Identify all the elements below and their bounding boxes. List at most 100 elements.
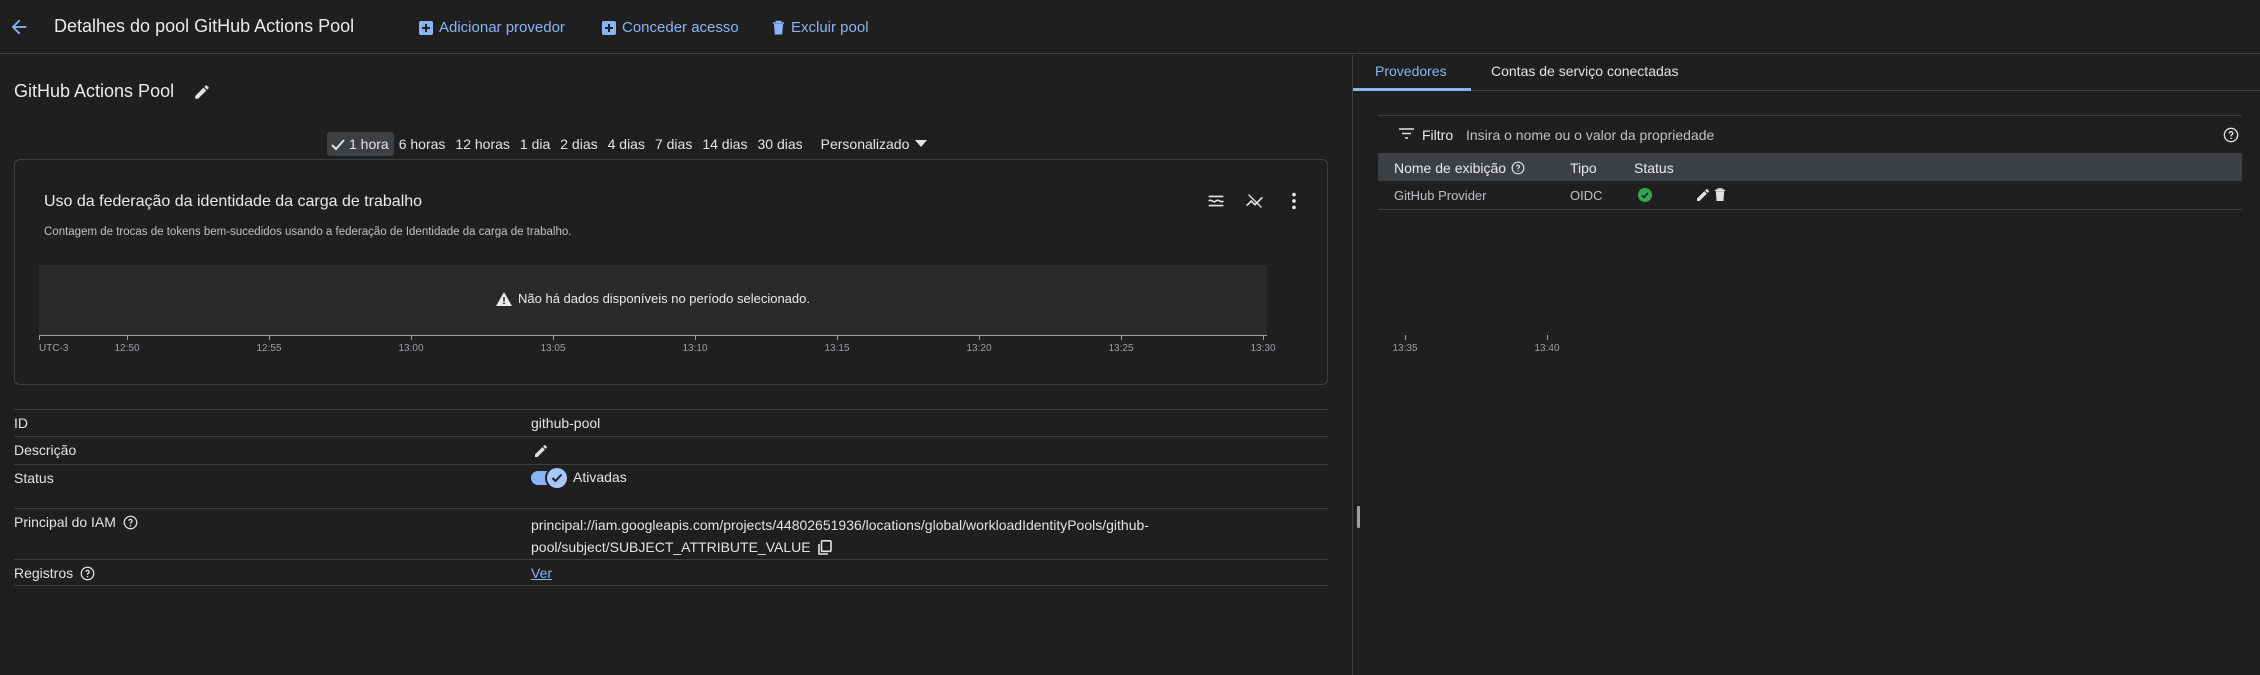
chart-analysis-icon[interactable]: [1244, 190, 1266, 212]
column-header-name[interactable]: Nome de exibição: [1394, 160, 1525, 176]
logs-label: Registros: [14, 565, 74, 581]
status-toggle[interactable]: [531, 468, 567, 488]
usage-chart-card: Uso da federação da identidade da carga …: [14, 159, 1560, 385]
table-row: GitHub Provider OIDC: [1378, 181, 2242, 210]
x-axis-tick-label: 12:50: [114, 343, 140, 354]
filter-bar: Filtro: [1378, 115, 2242, 153]
back-arrow-icon[interactable]: [8, 16, 30, 38]
x-axis-tick: [837, 335, 838, 340]
column-header-status[interactable]: Status: [1634, 160, 1674, 176]
more-vert-icon[interactable]: [1283, 190, 1305, 212]
time-option-4d[interactable]: 4 dias: [603, 132, 650, 156]
time-option-1d[interactable]: 1 dia: [515, 132, 555, 156]
pool-name: GitHub Actions Pool: [14, 81, 175, 101]
property-row-logs: Registros Ver: [14, 559, 1328, 586]
time-option-14d[interactable]: 14 dias: [697, 132, 752, 156]
x-axis-tick: [269, 335, 270, 340]
x-axis-tick: [127, 335, 128, 340]
provider-type: OIDC: [1570, 188, 1603, 203]
time-option-label: 1 hora: [349, 136, 389, 152]
property-label: Descrição: [14, 442, 77, 458]
x-axis-tick-label: 13:20: [966, 343, 992, 354]
warning-icon: [496, 292, 512, 306]
time-range-selector: 1 hora 6 horas 12 horas 1 dia 2 dias 4 d…: [327, 131, 932, 157]
chart-subtitle: Contagem de trocas de tokens bem-sucedid…: [44, 226, 572, 238]
status-value: Ativadas: [531, 468, 627, 488]
time-option-30d[interactable]: 30 dias: [752, 132, 807, 156]
chart-title: Uso da federação da identidade da carga …: [44, 193, 423, 210]
top-bar: Detalhes do pool GitHub Actions Pool Adi…: [0, 0, 2260, 54]
principal-line-1: principal://iam.googleapis.com/projects/…: [531, 517, 1149, 533]
x-axis-tick: [553, 335, 554, 340]
time-option-1h[interactable]: 1 hora: [327, 132, 394, 156]
x-axis-tick: [39, 335, 40, 340]
chart-empty-message: Não há dados disponíveis no período sele…: [518, 291, 810, 306]
dropdown-caret-icon: [915, 140, 928, 147]
x-axis-tick: [1263, 335, 1264, 340]
property-label: Registros: [14, 565, 95, 581]
grant-access-label: Conceder acesso: [622, 19, 739, 36]
x-axis-tick-label: 13:05: [540, 343, 566, 354]
tab-providers[interactable]: Provedores: [1375, 63, 1447, 79]
pool-properties: ID github-pool Descrição Status Ativadas…: [14, 409, 1328, 586]
custom-label: Personalizado: [820, 136, 910, 152]
x-axis-tick-label: 13:10: [682, 343, 708, 354]
time-option-2d[interactable]: 2 dias: [555, 132, 602, 156]
check-icon: [551, 473, 563, 483]
help-icon[interactable]: [2223, 127, 2239, 143]
add-provider-button[interactable]: Adicionar provedor: [419, 19, 565, 36]
property-label: Principal do IAM: [14, 514, 138, 530]
x-axis-tick: [695, 335, 696, 340]
time-option-7d[interactable]: 7 dias: [650, 132, 697, 156]
edit-icon[interactable]: [1695, 187, 1711, 203]
x-axis-tick: [411, 335, 412, 340]
add-provider-label: Adicionar provedor: [439, 19, 565, 36]
delete-pool-label: Excluir pool: [791, 19, 869, 36]
copy-icon[interactable]: [817, 539, 832, 555]
property-row-status: Status Ativadas: [14, 464, 1328, 508]
provider-name[interactable]: GitHub Provider: [1394, 188, 1486, 203]
tab-connected-service-accounts[interactable]: Contas de serviço conectadas: [1491, 63, 1679, 79]
edit-icon[interactable]: [193, 83, 211, 101]
pool-id-value: github-pool: [531, 415, 601, 431]
filter-icon: [1399, 128, 1414, 139]
x-axis-tick-label: 13:30: [1250, 343, 1276, 354]
help-icon[interactable]: [80, 566, 95, 581]
time-option-6h[interactable]: 6 horas: [394, 132, 451, 156]
chart-plot-area: Não há dados disponíveis no período sele…: [39, 265, 1267, 335]
view-logs-link[interactable]: Ver: [531, 565, 552, 581]
x-axis-tick-label: UTC-3: [39, 343, 69, 354]
edit-icon[interactable]: [533, 443, 549, 459]
trash-icon: [773, 20, 784, 35]
property-label: Status: [14, 470, 54, 486]
x-axis-tick-label: 13:00: [398, 343, 424, 354]
principal-line-2: pool/subject/SUBJECT_ATTRIBUTE_VALUE: [531, 539, 811, 555]
status-text: Ativadas: [573, 469, 627, 485]
x-axis-tick-label: 13:25: [1108, 343, 1134, 354]
time-option-custom[interactable]: Personalizado: [816, 132, 933, 156]
filter-input[interactable]: [1466, 123, 2166, 147]
help-icon[interactable]: [123, 515, 138, 530]
help-icon[interactable]: [1511, 161, 1525, 175]
time-option-12h[interactable]: 12 horas: [450, 132, 514, 156]
column-header-type[interactable]: Tipo: [1570, 160, 1597, 176]
legend-toggle-icon[interactable]: [1205, 190, 1227, 212]
property-row-principal: Principal do IAM principal://iam.googlea…: [14, 508, 1328, 559]
property-row-id: ID github-pool: [14, 409, 1328, 436]
chart-empty-state: Não há dados disponíveis no período sele…: [39, 291, 1267, 306]
page-title: Detalhes do pool GitHub Actions Pool: [54, 16, 355, 36]
delete-pool-button[interactable]: Excluir pool: [772, 19, 869, 36]
tab-bar: Provedores Contas de serviço conectadas: [1353, 55, 2260, 91]
filter-label: Filtro: [1422, 127, 1454, 143]
trash-icon[interactable]: [1714, 187, 1726, 202]
principal-label: Principal do IAM: [14, 514, 116, 530]
property-label: ID: [14, 415, 28, 431]
add-box-icon: [602, 20, 616, 35]
x-axis-tick: [1121, 335, 1122, 340]
check-icon: [331, 139, 345, 151]
principal-value: principal://iam.googleapis.com/projects/…: [531, 514, 1231, 558]
active-tab-indicator: [1353, 88, 1471, 91]
x-axis-tick: [979, 335, 980, 340]
column-header-label: Nome de exibição: [1394, 160, 1507, 176]
grant-access-button[interactable]: Conceder acesso: [602, 19, 739, 36]
